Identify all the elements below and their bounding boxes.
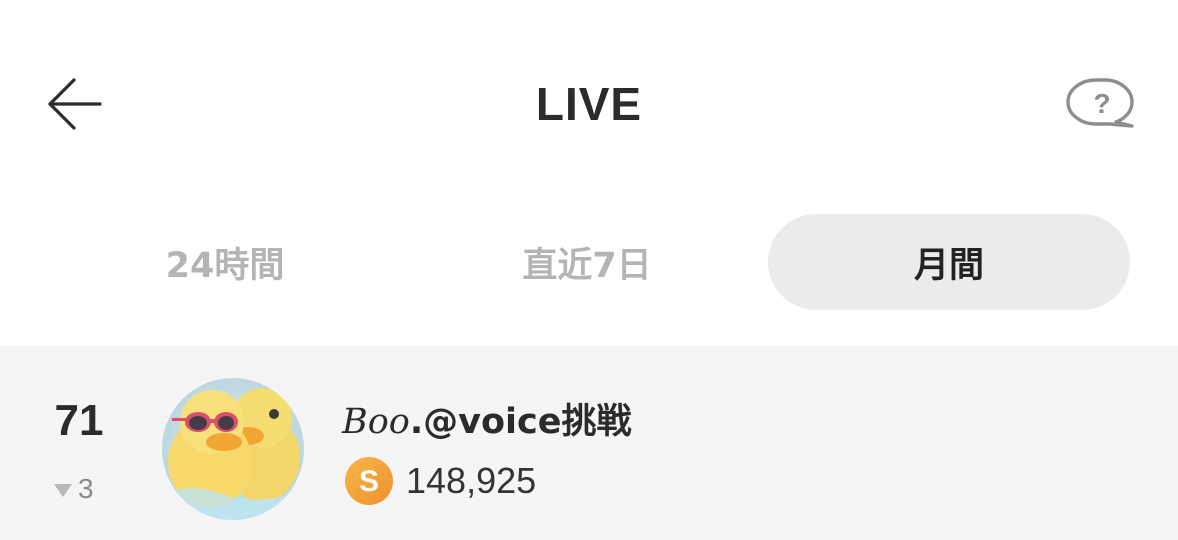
score-value: 148,925 xyxy=(406,460,537,501)
username[interactable]: Boo.@voice挑戦 xyxy=(342,400,632,444)
username-styled-part: Boo xyxy=(342,402,410,442)
duck-avatar-image xyxy=(162,378,304,520)
triangle-down-icon xyxy=(54,483,72,497)
period-tabs: 24時間 直近7日 月間 xyxy=(0,214,1178,310)
help-button[interactable]: ? xyxy=(1066,74,1140,134)
tab-last-7-days[interactable]: 直近7日 xyxy=(452,214,722,310)
list-item[interactable]: 71 3 Boo.@voice挑戦 S 148,925 xyxy=(0,346,1178,540)
tab-label: 直近7日 xyxy=(522,245,652,286)
rank-change: 3 xyxy=(54,472,94,506)
tab-label: 24時間 xyxy=(165,245,285,286)
ranking-list: 71 3 Boo.@voice挑戦 S 148,925 xyxy=(0,346,1178,540)
rank-number: 71 xyxy=(54,396,104,445)
avatar[interactable] xyxy=(162,378,304,520)
arrow-left-icon xyxy=(48,78,102,130)
help-bubble-icon: ? xyxy=(1066,78,1134,128)
tab-monthly[interactable]: 月間 xyxy=(768,214,1130,310)
s-coin-icon: S xyxy=(345,457,393,505)
tab-24-hours[interactable]: 24時間 xyxy=(90,214,360,310)
svg-text:S: S xyxy=(359,465,379,498)
username-rest: .@voice挑戦 xyxy=(409,402,632,442)
svg-text:?: ? xyxy=(1093,88,1110,119)
score: S 148,925 xyxy=(344,456,536,506)
live-ranking-screen: LIVE ? 24時間 直近7日 月間 71 3 Boo.@voice挑戦 S … xyxy=(0,0,1178,540)
back-button[interactable] xyxy=(40,70,108,138)
tab-label: 月間 xyxy=(913,245,984,286)
page-title: LIVE xyxy=(535,78,643,130)
rank-change-value: 3 xyxy=(78,473,94,504)
header: LIVE ? xyxy=(0,0,1178,200)
